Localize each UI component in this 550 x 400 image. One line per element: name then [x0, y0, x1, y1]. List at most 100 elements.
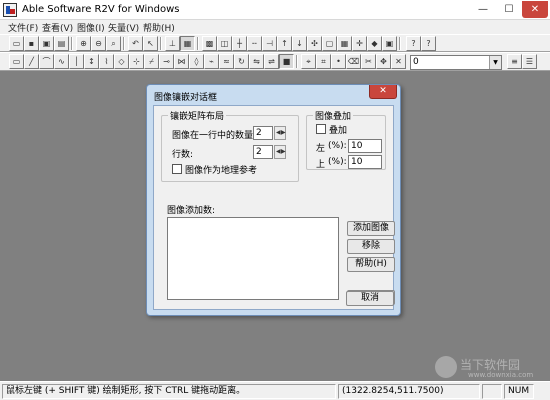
mirror-icon[interactable]: ⇌: [264, 54, 279, 69]
zoom-out-icon[interactable]: ⊖: [91, 36, 106, 51]
list-settings-icon[interactable]: ☰: [522, 54, 537, 69]
watermark-url: www.downxia.com: [468, 371, 534, 379]
arrow-down-icon[interactable]: ↓: [292, 36, 307, 51]
move-vertical-icon[interactable]: ↕: [84, 54, 99, 69]
mosaic-icon[interactable]: ▦: [180, 36, 195, 51]
node-icon[interactable]: ┼: [232, 36, 247, 51]
reshape-icon[interactable]: ⌇: [99, 54, 114, 69]
toolbar-separator: [160, 37, 162, 50]
rows-input[interactable]: 2: [253, 145, 273, 159]
close-button[interactable]: ✕: [522, 1, 548, 18]
georef-label: 图像作为地理参考: [185, 166, 258, 176]
split-icon[interactable]: ⌿: [144, 54, 159, 69]
add-image-button[interactable]: 添加图像: [347, 221, 395, 236]
fill-icon[interactable]: ■: [279, 54, 294, 69]
main-toolbar: ▭ ▪ ▣ ▤ ⊕ ⊖ ⌕ ↶ ↖ ⊥ ▦ ▩ ◫ ┼ ╌ ⊣ ↑ ↓ ✣ ▢ …: [0, 34, 550, 52]
grid-icon[interactable]: ▩: [202, 36, 217, 51]
draw-line-icon[interactable]: ╱: [24, 54, 39, 69]
per-row-stepper[interactable]: ◀ ▶: [274, 126, 286, 140]
node-edit-icon[interactable]: ◇: [114, 54, 129, 69]
crosshair-icon[interactable]: ✛: [352, 36, 367, 51]
menu-vector[interactable]: 矢量(V): [108, 21, 139, 34]
diamond-icon[interactable]: ◆: [367, 36, 382, 51]
move-icon[interactable]: ✥: [376, 54, 391, 69]
per-row-input[interactable]: 2: [253, 126, 273, 140]
left-overlay-input[interactable]: 10: [348, 139, 382, 153]
tag-icon[interactable]: ⌗: [316, 54, 331, 69]
toolbar-separator: [123, 37, 125, 50]
toolbar-separator: [399, 37, 401, 50]
image-list[interactable]: [167, 217, 339, 300]
overlay-checkbox[interactable]: [316, 124, 326, 134]
left-label: 左: [316, 144, 326, 154]
line-icon[interactable]: ╌: [247, 36, 262, 51]
select-box-icon[interactable]: ▢: [322, 36, 337, 51]
snap-icon[interactable]: ⊹: [129, 54, 144, 69]
context-help-icon[interactable]: ?: [421, 36, 436, 51]
maximize-button[interactable]: ☐: [496, 1, 522, 18]
open-icon[interactable]: ▭: [9, 36, 24, 51]
flip-icon[interactable]: ⇋: [249, 54, 264, 69]
join-icon[interactable]: ⊸: [159, 54, 174, 69]
layer-select[interactable]: 0 ▼: [410, 55, 502, 70]
vertical-line-icon[interactable]: │: [69, 54, 84, 69]
left-unit-label: (%):: [328, 141, 347, 151]
menu-file[interactable]: 文件(F): [8, 21, 38, 34]
toolbar-separator: [71, 37, 73, 50]
cut-icon[interactable]: ✂: [361, 54, 376, 69]
arrow-up-icon[interactable]: ↑: [277, 36, 292, 51]
menu-image[interactable]: 图像(I): [77, 21, 105, 34]
layout-group: 镶嵌矩阵布局 图像在一行中的数量: 2 ◀ ▶ 行数: 2 ◀ ▶ 图像作为地理参考: [161, 109, 299, 182]
label-icon[interactable]: ⌖: [301, 54, 316, 69]
draw-arc-icon[interactable]: ⌒: [39, 54, 54, 69]
minimize-button[interactable]: —: [470, 1, 496, 18]
cancel-button[interactable]: 取消: [346, 291, 394, 306]
shape-icon[interactable]: ◊: [189, 54, 204, 69]
rect-fill-icon[interactable]: ▣: [382, 36, 397, 51]
delete-icon[interactable]: ✕: [391, 54, 406, 69]
layer-select-value: 0: [413, 57, 419, 67]
menu-view[interactable]: 查看(V): [42, 21, 73, 34]
georef-checkbox[interactable]: [172, 164, 182, 174]
toolbar-separator: [197, 37, 199, 50]
zoom-in-icon[interactable]: ⊕: [76, 36, 91, 51]
status-hint: 鼠标左键 (+ SHIFT 键) 绘制矩形, 按下 CTRL 键拖动距离。: [2, 384, 336, 399]
draw-curve-icon[interactable]: ∿: [54, 54, 69, 69]
status-coordinates: (1322.8254,511.7500): [338, 384, 480, 399]
polyline-icon[interactable]: ⊣: [262, 36, 277, 51]
rows-stepper[interactable]: ◀ ▶: [274, 145, 286, 159]
edit-toolbar: ▭ ╱ ⌒ ∿ │ ↕ ⌇ ◇ ⊹ ⌿ ⊸ ⋈ ◊ ⌁ ≈ ↻ ⇋ ⇌ ■ ⌖ …: [0, 52, 550, 71]
status-num: NUM: [504, 384, 534, 399]
target-icon[interactable]: ✣: [307, 36, 322, 51]
remove-button[interactable]: 移除: [347, 239, 395, 254]
connect-icon[interactable]: ⋈: [174, 54, 189, 69]
zoom-window-icon[interactable]: ⌕: [106, 36, 121, 51]
chevron-down-icon[interactable]: ▼: [489, 56, 501, 69]
layout-group-label: 镶嵌矩阵布局: [168, 109, 227, 122]
dialog-close-button[interactable]: ✕: [369, 85, 397, 99]
smooth-icon[interactable]: ≈: [219, 54, 234, 69]
grid-select-icon[interactable]: ▦: [337, 36, 352, 51]
point-icon[interactable]: •: [331, 54, 346, 69]
undo-icon[interactable]: ↶: [128, 36, 143, 51]
save-icon[interactable]: ▪: [24, 36, 39, 51]
trace-icon[interactable]: ⌁: [204, 54, 219, 69]
list-icon[interactable]: ≡: [507, 54, 522, 69]
status-bar: 鼠标左键 (+ SHIFT 键) 绘制矩形, 按下 CTRL 键拖动距离。 (1…: [0, 381, 550, 400]
rows-label: 行数:: [172, 150, 194, 160]
select-icon[interactable]: ▭: [9, 54, 24, 69]
dialog-body: 镶嵌矩阵布局 图像在一行中的数量: 2 ◀ ▶ 行数: 2 ◀ ▶ 图像作为地理参考…: [153, 105, 395, 310]
menu-help[interactable]: 帮助(H): [143, 21, 175, 34]
pointer-icon[interactable]: ↖: [143, 36, 158, 51]
rotate-icon[interactable]: ↻: [234, 54, 249, 69]
app-title: Able Software R2V for Windows: [22, 4, 180, 15]
save-image-icon[interactable]: ▣: [39, 36, 54, 51]
measure-icon[interactable]: ⊥: [165, 36, 180, 51]
help-button[interactable]: 帮助(H): [347, 257, 395, 272]
frame-icon[interactable]: ◫: [217, 36, 232, 51]
erase-icon[interactable]: ⌫: [346, 54, 361, 69]
add-images-label: 图像添加数:: [167, 206, 216, 216]
save-vector-icon[interactable]: ▤: [54, 36, 69, 51]
top-overlay-input[interactable]: 10: [348, 155, 382, 169]
help-icon[interactable]: ?: [406, 36, 421, 51]
